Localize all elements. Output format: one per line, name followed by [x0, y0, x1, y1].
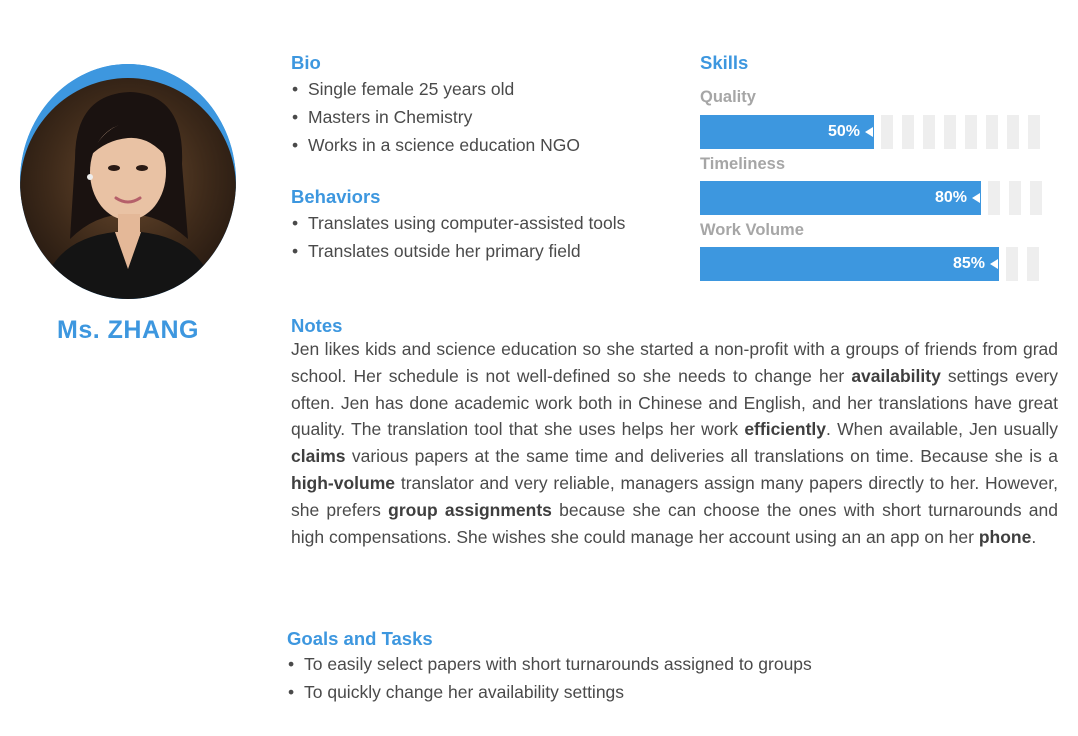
skill-track-segment [988, 181, 1000, 215]
notes-text: . When available, Jen usually [826, 419, 1059, 440]
notes-keyword: efficiently [744, 419, 827, 440]
goal-item: To quickly change her availability setti… [287, 681, 987, 703]
persona-photo [20, 64, 236, 299]
notes-text: various papers at the same time and deli… [345, 446, 1058, 467]
goals-heading: Goals and Tasks [287, 628, 433, 649]
goal-item: To easily select papers with short turna… [287, 653, 987, 675]
bio-heading: Bio [291, 52, 321, 73]
skill-track-segment [965, 115, 977, 149]
persona-name: Ms. ZHANG [57, 316, 199, 344]
skill-label-quality: Quality [700, 88, 756, 106]
skill-track-segment [902, 115, 914, 149]
notes-keyword: availability [851, 365, 941, 386]
skill-percent: 80% [934, 189, 967, 206]
bio-item: Masters in Chemistry [291, 106, 671, 128]
notes-text: . [1031, 526, 1037, 547]
skill-track-segment [986, 115, 998, 149]
behavior-item: Translates outside her primary field [291, 240, 661, 262]
notes-paragraph: Jen likes kids and science education so … [291, 336, 1058, 550]
skill-marker-icon [972, 193, 980, 203]
goals-list: To easily select papers with short turna… [287, 653, 987, 709]
behavior-item: Translates using computer-assisted tools [291, 212, 661, 234]
skill-label-timeliness: Timeliness [700, 155, 785, 173]
bio-item: Single female 25 years old [291, 78, 671, 100]
skill-bar-work-volume: 85% [700, 247, 1058, 281]
skill-track-segment [1030, 181, 1042, 215]
skill-bar-timeliness: 80% [700, 181, 1058, 215]
bio-item: Works in a science education NGO [291, 134, 671, 156]
notes-keyword: group assignments [388, 499, 552, 520]
skill-track-segment [923, 115, 935, 149]
notes-keyword: high-volume [291, 472, 396, 493]
skill-marker-icon [865, 127, 873, 137]
bio-list: Single female 25 years old Masters in Ch… [291, 78, 671, 162]
skill-percent: 85% [952, 255, 985, 272]
skill-percent: 50% [827, 123, 860, 140]
skill-track-segment [1028, 115, 1040, 149]
skill-track-segment [1009, 181, 1021, 215]
skill-track-segment [944, 115, 956, 149]
notes-heading: Notes [291, 315, 343, 336]
skill-track-segment [1007, 115, 1019, 149]
notes-keyword: claims [291, 446, 346, 467]
skills-heading: Skills [700, 52, 749, 73]
skill-track-segment [1006, 247, 1018, 281]
skill-track-segment [1027, 247, 1039, 281]
skill-marker-icon [990, 259, 998, 269]
skill-label-work-volume: Work Volume [700, 221, 804, 239]
skill-bar-quality: 50% [700, 115, 1058, 149]
behaviors-list: Translates using computer-assisted tools… [291, 212, 661, 268]
behaviors-heading: Behaviors [291, 186, 381, 207]
notes-keyword: phone [978, 526, 1032, 547]
skill-track-segment [881, 115, 893, 149]
